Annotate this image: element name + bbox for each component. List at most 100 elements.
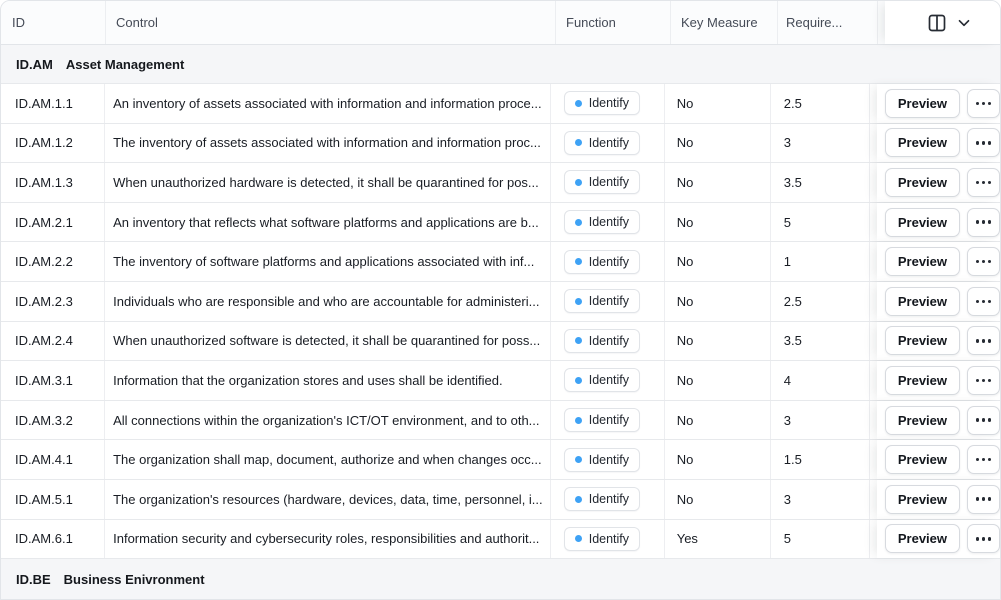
function-badge: Identify [564, 527, 640, 551]
preview-button[interactable]: Preview [885, 485, 960, 514]
function-badge-label: Identify [589, 453, 629, 467]
row-gap [870, 361, 877, 400]
row-actions-button[interactable] [967, 326, 1000, 355]
function-badge: Identify [564, 91, 640, 115]
preview-button[interactable]: Preview [885, 128, 960, 157]
cell-control: The organization shall map, document, au… [105, 440, 551, 479]
cell-actions: Preview [877, 242, 1000, 281]
cell-actions: Preview [877, 520, 1000, 559]
row-actions-button[interactable] [967, 445, 1000, 474]
cell-requirement: 3.5 [771, 322, 870, 361]
row-actions-button[interactable] [967, 287, 1000, 316]
preview-button[interactable]: Preview [885, 326, 960, 355]
row-actions-button[interactable] [967, 406, 1000, 435]
preview-button[interactable]: Preview [885, 287, 960, 316]
cell-function: Identify [551, 203, 665, 242]
more-options-icon [976, 141, 992, 145]
more-options-icon [976, 181, 992, 185]
function-dot-icon [575, 219, 582, 226]
row-gap [870, 480, 877, 519]
row-gap [870, 520, 877, 559]
cell-requirement: 3.5 [771, 163, 870, 202]
cell-id: ID.AM.1.3 [1, 163, 105, 202]
row-actions-button[interactable] [967, 247, 1000, 276]
column-settings-button[interactable] [928, 14, 972, 32]
function-badge-label: Identify [589, 373, 629, 387]
table-body: ID.AM Asset Management ID.AM.1.1 An inve… [1, 45, 1000, 599]
row-actions-button[interactable] [967, 366, 1000, 395]
cell-key-measure: No [665, 401, 771, 440]
preview-button[interactable]: Preview [885, 208, 960, 237]
cell-key-measure: No [665, 361, 771, 400]
table-row: ID.AM.2.2 The inventory of software plat… [1, 242, 1000, 282]
column-header-key-measure[interactable]: Key Measure [671, 1, 778, 44]
function-badge-label: Identify [589, 96, 629, 110]
table-row: ID.AM.5.1 The organization's resources (… [1, 480, 1000, 520]
row-actions-button[interactable] [967, 128, 1000, 157]
preview-button[interactable]: Preview [885, 89, 960, 118]
group-id: ID.BE [16, 572, 51, 587]
more-options-icon [976, 458, 992, 462]
cell-function: Identify [551, 440, 665, 479]
row-actions-button[interactable] [967, 524, 1000, 553]
preview-button[interactable]: Preview [885, 247, 960, 276]
function-badge: Identify [564, 487, 640, 511]
row-gap [870, 163, 877, 202]
row-actions-button[interactable] [967, 168, 1000, 197]
cell-function: Identify [551, 322, 665, 361]
function-badge-label: Identify [589, 215, 629, 229]
cell-id: ID.AM.3.1 [1, 361, 105, 400]
preview-button[interactable]: Preview [885, 445, 960, 474]
table-row: ID.AM.1.1 An inventory of assets associa… [1, 84, 1000, 124]
function-dot-icon [575, 139, 582, 146]
cell-requirement: 2.5 [771, 84, 870, 123]
cell-key-measure: No [665, 242, 771, 281]
table-row: ID.AM.4.1 The organization shall map, do… [1, 440, 1000, 480]
group-header-row-idbe[interactable]: ID.BE Business Enivronment [1, 559, 1000, 599]
cell-control: When unauthorized hardware is detected, … [105, 163, 551, 202]
cell-key-measure: No [665, 440, 771, 479]
header-actions-cell [885, 1, 1000, 44]
column-header-id[interactable]: ID [1, 1, 106, 44]
cell-control: An inventory that reflects what software… [105, 203, 551, 242]
cell-function: Identify [551, 242, 665, 281]
function-dot-icon [575, 535, 582, 542]
group-id: ID.AM [16, 57, 53, 72]
function-badge-label: Identify [589, 413, 629, 427]
preview-button[interactable]: Preview [885, 366, 960, 395]
cell-control: Information that the organization stores… [105, 361, 551, 400]
cell-id: ID.AM.2.3 [1, 282, 105, 321]
preview-button[interactable]: Preview [885, 406, 960, 435]
cell-id: ID.AM.5.1 [1, 480, 105, 519]
column-header-control[interactable]: Control [106, 1, 556, 44]
row-gap [870, 282, 877, 321]
columns-icon [928, 14, 946, 32]
group-header-row-idam[interactable]: ID.AM Asset Management [1, 45, 1000, 84]
cell-key-measure: No [665, 282, 771, 321]
more-options-icon [976, 260, 992, 264]
cell-requirement: 3 [771, 480, 870, 519]
row-actions-button[interactable] [967, 485, 1000, 514]
cell-requirement: 4 [771, 361, 870, 400]
preview-button[interactable]: Preview [885, 168, 960, 197]
table-row: ID.AM.6.1 Information security and cyber… [1, 520, 1000, 560]
column-header-requirement[interactable]: Require... [778, 1, 878, 44]
cell-actions: Preview [877, 480, 1000, 519]
row-actions-button[interactable] [967, 89, 1000, 118]
more-options-icon [976, 300, 992, 304]
more-options-icon [976, 339, 992, 343]
cell-actions: Preview [877, 124, 1000, 163]
function-dot-icon [575, 377, 582, 384]
preview-button[interactable]: Preview [885, 524, 960, 553]
more-options-icon [976, 497, 992, 501]
cell-actions: Preview [877, 361, 1000, 400]
row-gap [870, 242, 877, 281]
column-header-function[interactable]: Function [556, 1, 671, 44]
more-options-icon [976, 418, 992, 422]
function-badge: Identify [564, 170, 640, 194]
cell-control: When unauthorized software is detected, … [105, 322, 551, 361]
cell-id: ID.AM.4.1 [1, 440, 105, 479]
cell-key-measure: Yes [665, 520, 771, 559]
table-row: ID.AM.1.2 The inventory of assets associ… [1, 124, 1000, 164]
row-actions-button[interactable] [967, 208, 1000, 237]
